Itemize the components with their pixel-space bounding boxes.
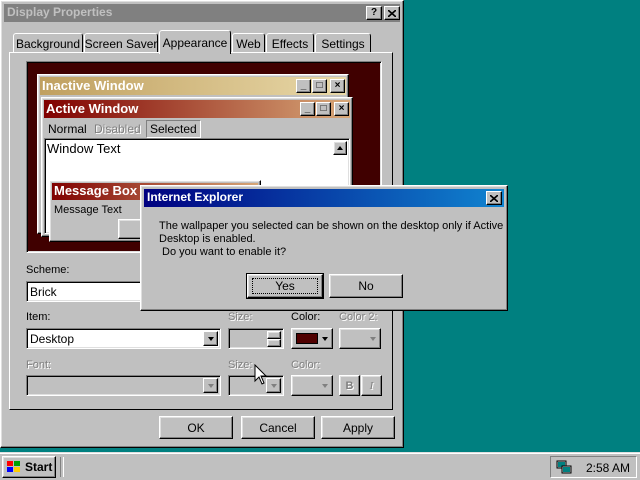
size-spin-up <box>267 331 281 339</box>
item-dropdown-arrow[interactable] <box>203 331 218 346</box>
taskbar-divider <box>60 457 64 477</box>
tab-screen-saver[interactable]: Screen Saver <box>84 33 158 53</box>
ie-message-line3: Do you want to enable it? <box>162 246 287 258</box>
font-dropdown <box>26 375 221 396</box>
preview-scroll-up <box>333 141 347 155</box>
apply-button[interactable]: Apply <box>321 416 395 439</box>
inactive-minimize-button: _ <box>296 79 311 93</box>
selected-color-swatch <box>296 333 318 344</box>
item-label: Item: <box>26 311 51 323</box>
item-dropdown[interactable]: Desktop <box>26 328 221 349</box>
font-size-dropdown-arrow <box>266 378 281 393</box>
ie-dialog-message: The wallpaper you selected can be shown … <box>159 220 504 259</box>
msgbox-text: Message Text <box>54 204 122 216</box>
scheme-label: Scheme: <box>26 264 70 276</box>
ie-dialog-title: Internet Explorer <box>147 190 244 204</box>
tab-effects[interactable]: Effects <box>266 33 314 53</box>
close-icon <box>490 194 498 202</box>
preview-inactive-titlebar: Inactive Window _ □ × <box>40 77 346 95</box>
size-label: Size: <box>228 311 253 323</box>
inactive-title-text: Inactive Window <box>42 78 144 93</box>
active-minimize-button: _ <box>300 102 315 116</box>
font-color-picker-arrow <box>322 384 328 388</box>
scheme-value: Brick <box>30 285 57 299</box>
cancel-button[interactable]: Cancel <box>241 416 315 439</box>
color2-picker-arrow <box>370 337 376 341</box>
menu-selected: Selected <box>146 120 201 138</box>
active-maximize-button: □ <box>316 102 331 116</box>
font-label: Font: <box>26 359 52 371</box>
active-title-text: Active Window <box>46 101 139 116</box>
close-button[interactable] <box>384 6 400 20</box>
tab-appearance[interactable]: Appearance <box>159 30 231 54</box>
ie-dialog-titlebar[interactable]: Internet Explorer <box>144 189 504 207</box>
ie-dialog: Internet Explorer The wallpaper you sele… <box>140 185 508 311</box>
color-label: Color: <box>291 311 321 323</box>
chevron-down-icon <box>207 336 214 341</box>
ie-message-line1: The wallpaper you selected can be shown … <box>159 220 504 232</box>
font-color-label: Color: <box>291 359 321 371</box>
preview-active-titlebar: Active Window _ □ × <box>44 100 350 118</box>
no-button[interactable]: No <box>329 274 403 298</box>
chevron-down-icon <box>270 383 277 388</box>
bold-button: B <box>339 375 360 396</box>
italic-button: I <box>361 375 382 396</box>
size-spin-down <box>267 339 281 347</box>
msgbox-title-text: Message Box <box>54 183 138 198</box>
taskbar: Start 2:58 AM <box>0 452 640 480</box>
yes-button[interactable]: Yes <box>246 273 324 299</box>
ok-button[interactable]: OK <box>159 416 233 439</box>
size-spinner <box>228 328 284 349</box>
window-title: Display Properties <box>7 5 113 19</box>
font-size-label: Size: <box>228 359 253 371</box>
close-icon <box>388 9 396 17</box>
ie-message-line2: Desktop is enabled. <box>159 233 256 245</box>
ie-dialog-close-button[interactable] <box>486 191 502 205</box>
system-tray: 2:58 AM <box>550 456 637 478</box>
chevron-down-icon <box>207 383 214 388</box>
color-picker-button[interactable] <box>291 328 333 349</box>
tab-strip: Background Screen Saver Appearance Web E… <box>9 30 389 54</box>
active-close-button: × <box>334 102 349 116</box>
network-icon[interactable] <box>556 460 572 474</box>
font-dropdown-arrow <box>203 378 218 393</box>
clock[interactable]: 2:58 AM <box>586 461 630 475</box>
mouse-cursor-icon <box>254 364 268 385</box>
color2-picker-button <box>339 328 381 349</box>
inactive-close-button: × <box>330 79 345 93</box>
start-button[interactable]: Start <box>2 456 56 478</box>
font-color-picker-button <box>291 375 333 396</box>
window-text: Window Text <box>47 141 121 156</box>
menu-normal: Normal <box>48 122 87 136</box>
inactive-maximize-button: □ <box>312 79 327 93</box>
start-label: Start <box>25 460 53 474</box>
color-picker-arrow <box>322 337 328 341</box>
tab-web[interactable]: Web <box>232 33 265 53</box>
menu-disabled: Disabled <box>94 122 141 136</box>
item-value: Desktop <box>30 332 75 346</box>
tab-background[interactable]: Background <box>13 33 83 53</box>
help-button[interactable]: ? <box>366 6 382 20</box>
title-bar[interactable]: Display Properties ? <box>4 4 400 22</box>
tab-settings[interactable]: Settings <box>315 33 371 53</box>
color2-label: Color 2: <box>339 311 378 323</box>
windows-logo-icon <box>7 461 20 472</box>
